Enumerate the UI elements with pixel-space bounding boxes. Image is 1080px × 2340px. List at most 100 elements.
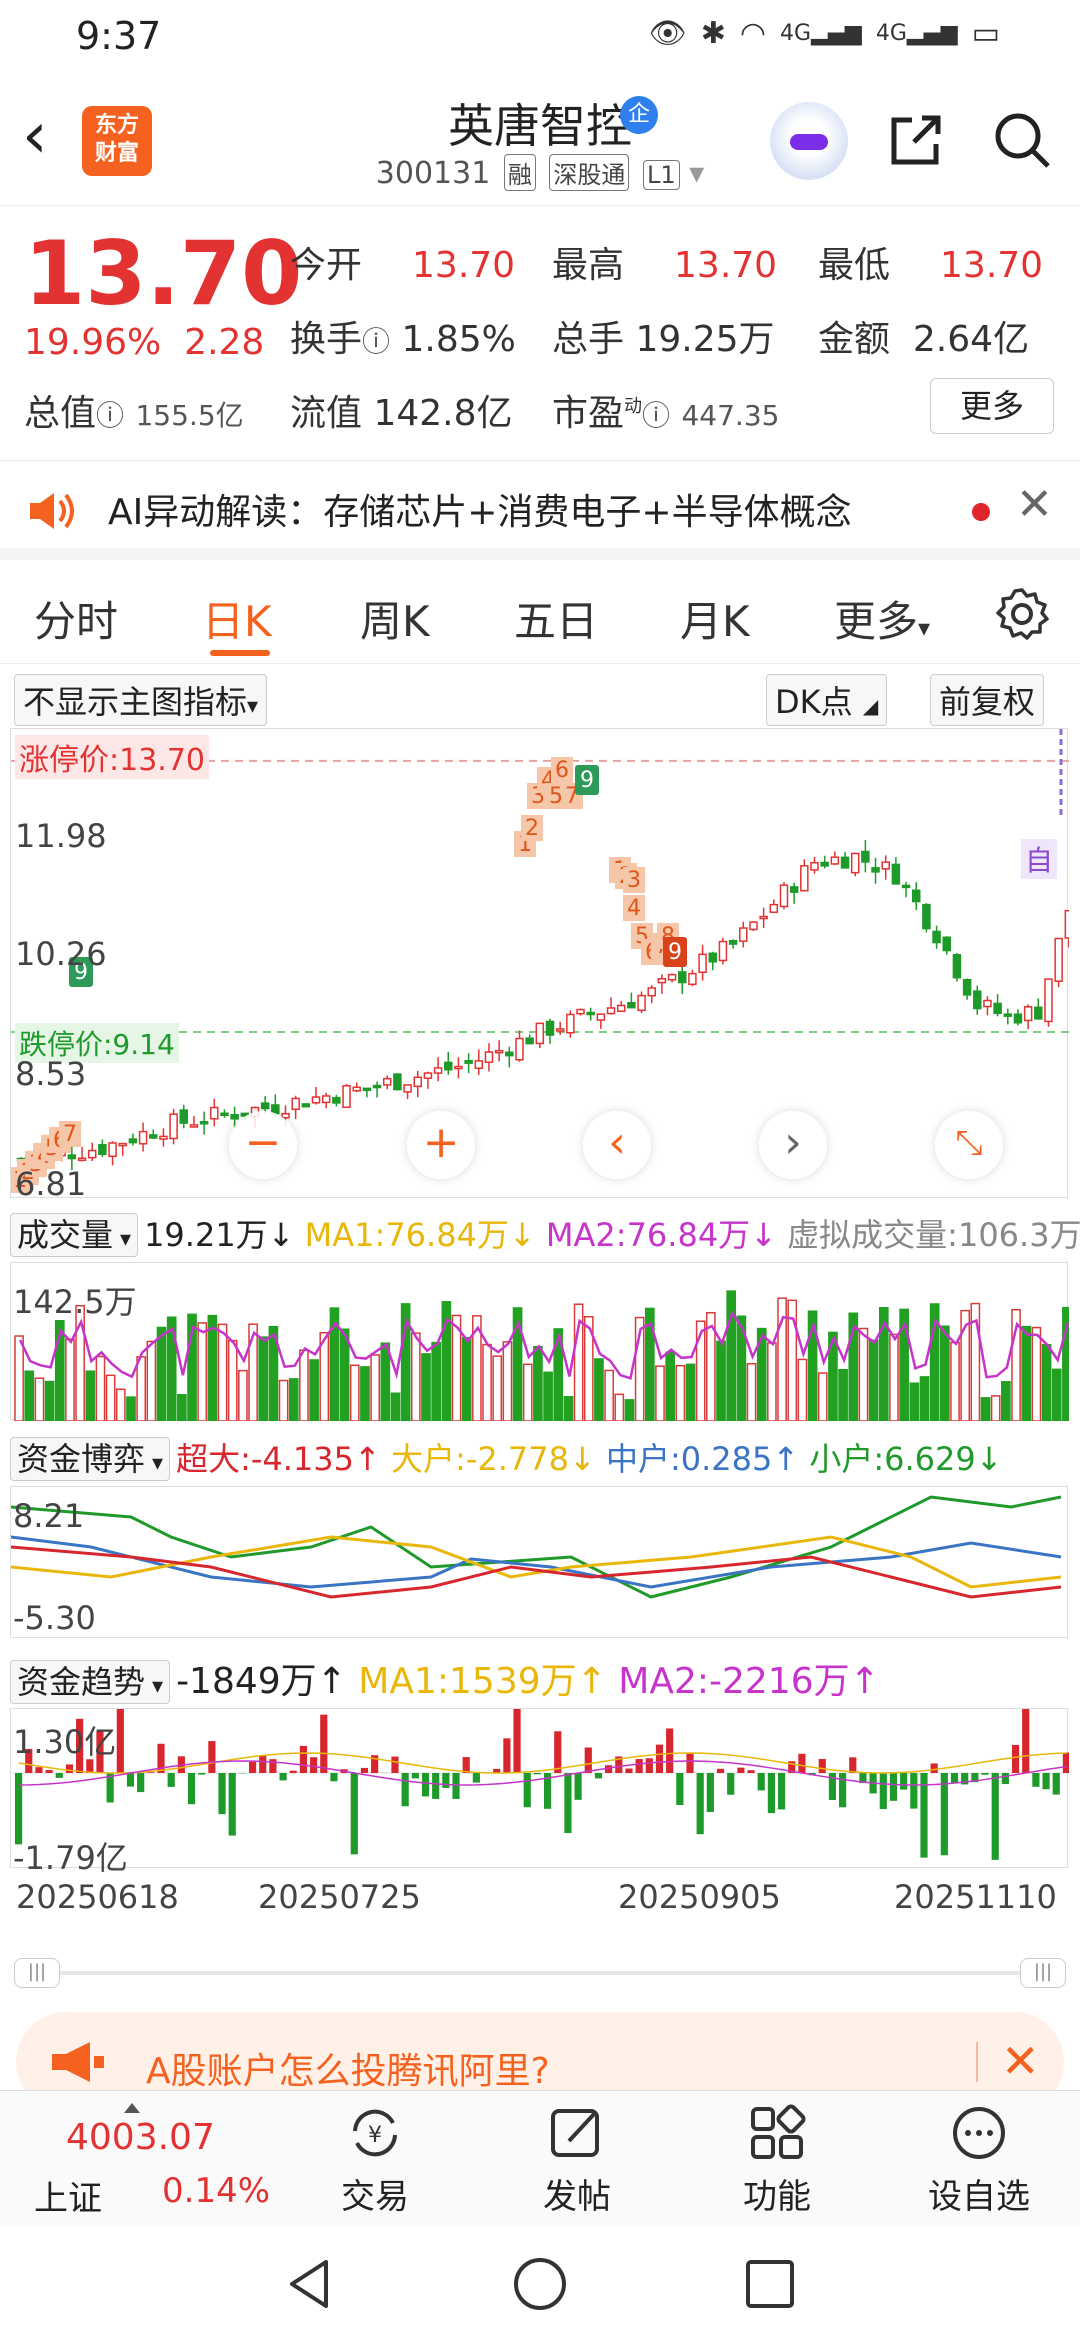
volume-bar	[146, 1340, 157, 1421]
assistant-avatar[interactable]	[770, 102, 848, 180]
volume-select[interactable]: 成交量 ▾	[10, 1213, 139, 1257]
tab-intraday[interactable]: 分时	[34, 588, 118, 649]
share-icon[interactable]	[884, 108, 948, 172]
fund-game-ymin: -5.30	[13, 1599, 96, 1637]
index-name[interactable]: 上证	[34, 2171, 102, 2220]
fund-trend-bar	[645, 1758, 653, 1773]
zoom-in-button[interactable]: +	[407, 1111, 475, 1179]
fund-game-chart[interactable]: 8.21 -5.30	[10, 1486, 1068, 1638]
candle-body	[77, 1157, 87, 1161]
fund-trend-bar	[991, 1773, 999, 1860]
volume-bar	[411, 1332, 421, 1421]
tab-monthly-k[interactable]: 月K	[680, 588, 750, 649]
adjust-select[interactable]: 前复权	[930, 674, 1045, 726]
range-scroller[interactable]: ||| |||	[14, 1958, 1066, 1988]
range-handle-right[interactable]: |||	[1020, 1958, 1066, 1988]
candle-body	[454, 1065, 463, 1070]
candle-body	[830, 856, 840, 865]
edit-icon	[551, 2109, 599, 2157]
volume-bar	[543, 1371, 553, 1421]
nav-post[interactable]: 发帖	[502, 2101, 652, 2218]
fund-trend-bar	[1022, 1709, 1030, 1773]
index-pct[interactable]: 0.14%	[162, 2171, 270, 2211]
close-icon[interactable]: ✕	[1016, 479, 1053, 530]
fund-trend-bar	[533, 1773, 541, 1775]
candle-body	[98, 1144, 107, 1155]
tab-weekly-k[interactable]: 周K	[360, 588, 430, 649]
scroll-left-button[interactable]: ‹	[583, 1111, 651, 1179]
unread-dot	[972, 503, 990, 521]
volume-ymax: 142.5万	[13, 1283, 137, 1321]
tab-daily-k[interactable]: 日K	[202, 588, 272, 649]
bottom-nav: 4003.07 上证 0.14% ¥ 交易 发帖 功能 设自选	[0, 2090, 1080, 2226]
signal-count: 4	[627, 896, 641, 921]
close-icon[interactable]: ✕	[1001, 2034, 1040, 2088]
fund-trend-bar	[218, 1773, 226, 1815]
ai-insight-strip[interactable]: AI异动解读：存储芯片+消费电子+半导体概念 ✕	[0, 460, 1080, 560]
volume-bar	[421, 1353, 431, 1421]
fund-trend-bar	[716, 1768, 725, 1773]
auto-label: 自	[1021, 839, 1058, 879]
candle-body	[159, 1135, 168, 1140]
y-label-3: 8.53	[15, 1055, 87, 1093]
fund-trend-bar	[798, 1753, 806, 1773]
candlestick-chart[interactable]: 1234567123456712345678999 涨停价:13.70 11.9…	[10, 728, 1069, 1203]
chevron-up-icon[interactable]	[124, 2103, 140, 2113]
turnover-field: 换手ⓘ 1.85%	[290, 319, 516, 360]
volume-bar	[431, 1341, 442, 1421]
recents-square-icon[interactable]	[742, 2256, 798, 2312]
more-quote-button[interactable]: 更多	[930, 378, 1054, 434]
home-circle-icon[interactable]	[512, 2256, 568, 2312]
fund-trend-bar	[584, 1747, 592, 1773]
fund-game-header: 资金博弈 ▾ 超大:-4.135↑ 大户:-2.778↓ 中户:0.285↑ 小户…	[10, 1434, 1003, 1481]
candle-body	[983, 999, 992, 1008]
tab-five-day[interactable]: 五日	[514, 588, 598, 649]
fund-trend-select[interactable]: 资金趋势 ▾	[10, 1660, 171, 1704]
low-field: 最低 13.70	[818, 245, 1044, 286]
volume-bar	[919, 1376, 930, 1421]
search-icon[interactable]	[990, 108, 1054, 172]
index-value[interactable]: 4003.07	[66, 2117, 215, 2158]
volume-bar	[217, 1323, 228, 1421]
candle-body	[372, 1084, 382, 1089]
dk-point-select[interactable]: DK点 ◢	[766, 674, 888, 726]
range-handle-left[interactable]: |||	[14, 1958, 60, 1988]
nav-trade[interactable]: ¥ 交易	[300, 2101, 450, 2218]
nav-functions[interactable]: 功能	[702, 2101, 852, 2218]
fund-game-select[interactable]: 资金博弈 ▾	[10, 1437, 171, 1481]
fund-trend-chart[interactable]: 1.30亿 -1.79亿	[10, 1708, 1069, 1877]
zoom-out-button[interactable]: −	[229, 1111, 297, 1179]
volume-bar	[14, 1335, 24, 1421]
fund-trend-bar	[411, 1773, 419, 1779]
fund-trend-bar	[187, 1773, 196, 1805]
candle-body	[942, 936, 951, 952]
volume-bar	[278, 1379, 289, 1421]
fund-trend-bar	[1042, 1773, 1050, 1790]
volume-bar	[309, 1359, 319, 1421]
fund-trend-bar	[737, 1767, 745, 1773]
volume-chart[interactable]: 142.5万	[10, 1262, 1069, 1421]
fund-trend-bar	[391, 1756, 399, 1773]
fund-trend-bar	[421, 1773, 430, 1797]
candle-body	[484, 1051, 494, 1063]
scroll-right-button[interactable]: ›	[759, 1111, 827, 1179]
candle-body	[342, 1085, 351, 1109]
main-indicator-select[interactable]: 不显示主图指标▾	[14, 674, 268, 726]
fund-trend-bar	[981, 1773, 989, 1775]
tab-more[interactable]: 更多▾	[834, 588, 930, 649]
gear-icon[interactable]	[994, 586, 1050, 642]
candle-body	[128, 1138, 138, 1144]
chevron-down-icon[interactable]: ▾	[689, 156, 704, 191]
volume-bar	[1001, 1381, 1011, 1421]
nav-add-watchlist[interactable]: 设自选	[904, 2101, 1054, 2218]
candle-body	[291, 1097, 300, 1111]
candle-body	[922, 903, 931, 930]
fullscreen-button[interactable]: ⤡	[935, 1111, 1003, 1179]
wifi-icon: ◠	[739, 16, 767, 51]
candle-body	[301, 1103, 311, 1108]
fund-trend-bar	[727, 1773, 735, 1795]
candle-body	[616, 1004, 626, 1013]
volume-bar	[817, 1372, 828, 1421]
back-triangle-icon[interactable]	[282, 2256, 338, 2312]
candle-body	[606, 1007, 616, 1015]
